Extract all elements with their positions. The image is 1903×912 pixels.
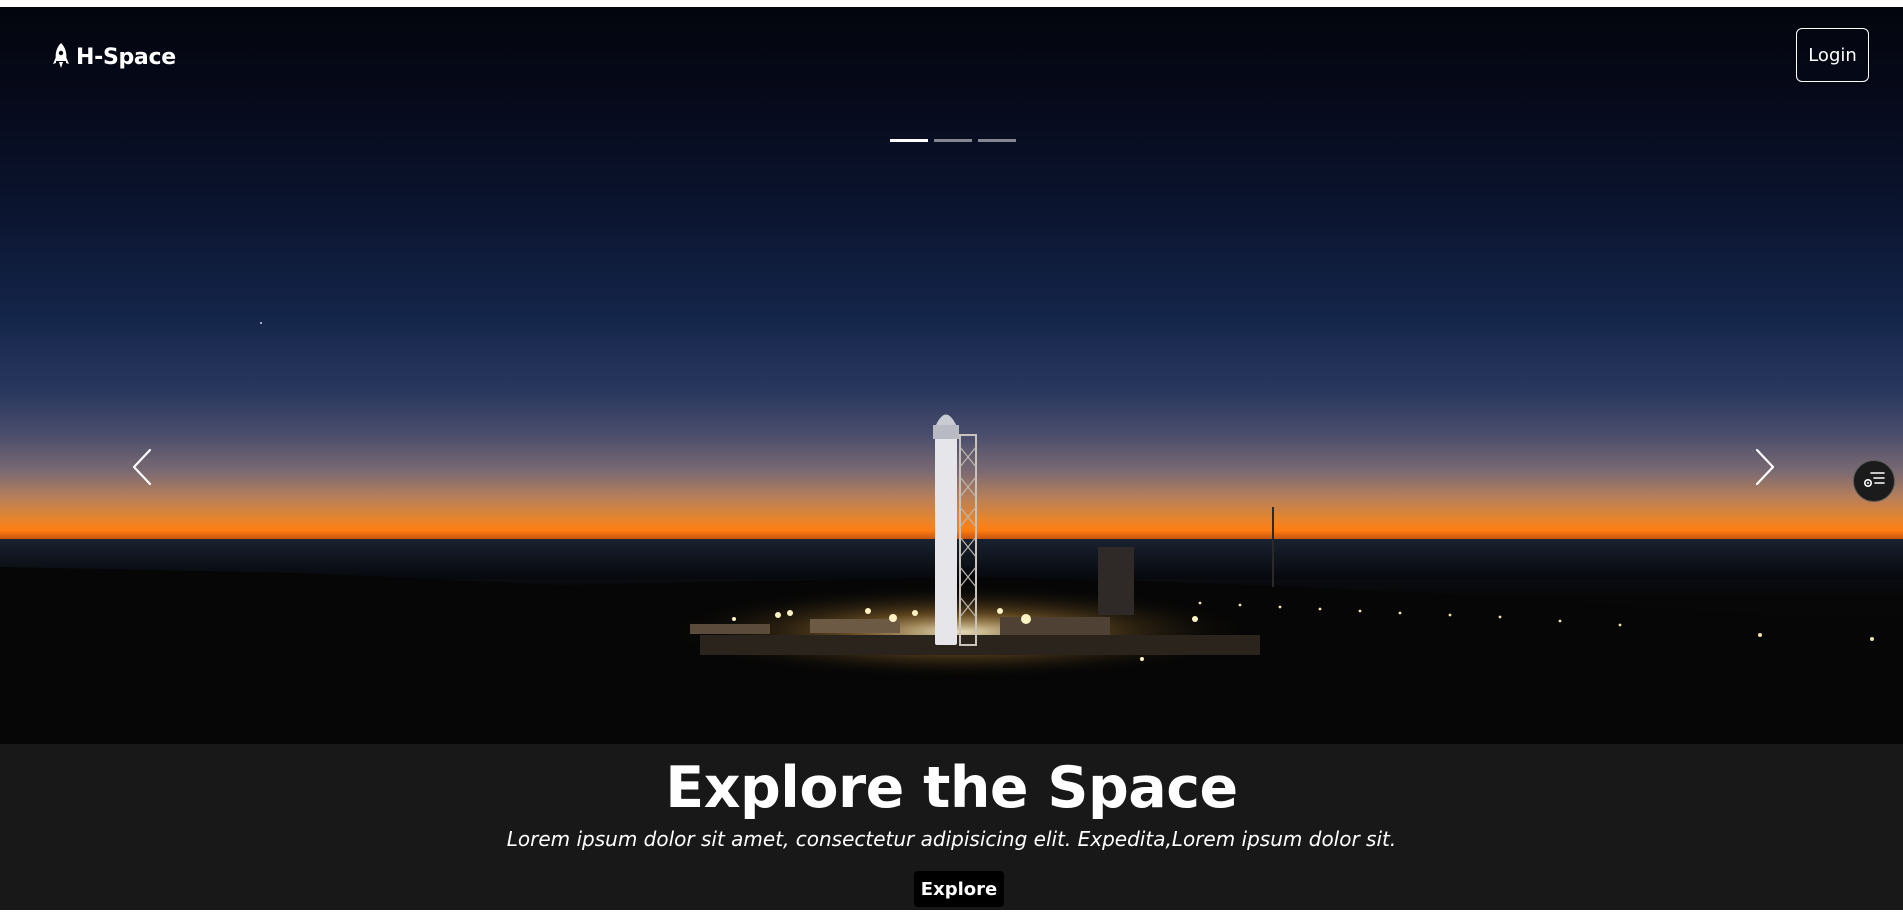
hero-title: Explore the Space xyxy=(665,755,1238,821)
carousel-prev-button[interactable] xyxy=(127,447,157,491)
page: H-Space Login Explore the Space Lorem ip… xyxy=(0,7,1903,910)
explore-button[interactable]: Explore xyxy=(914,871,1004,907)
settings-list-icon xyxy=(1863,470,1885,492)
chevron-right-icon xyxy=(1754,447,1776,491)
carousel-indicator[interactable] xyxy=(978,139,1016,142)
brand-name: H-Space xyxy=(76,44,176,70)
rocket-icon xyxy=(52,42,70,72)
hero-subtitle: Lorem ipsum dolor sit amet, consectetur … xyxy=(506,827,1397,851)
carousel-indicator[interactable] xyxy=(890,139,928,142)
launch-pad-photo xyxy=(0,322,1903,744)
settings-floating-button[interactable] xyxy=(1853,460,1895,502)
carousel-indicators xyxy=(890,139,1016,142)
brand-logo[interactable]: H-Space xyxy=(52,39,176,75)
login-button[interactable]: Login xyxy=(1796,28,1869,82)
chevron-left-icon xyxy=(131,447,153,491)
hero-caption: Explore the Space Lorem ipsum dolor sit … xyxy=(0,744,1903,910)
hero-carousel: H-Space Login xyxy=(0,7,1903,744)
carousel-indicator[interactable] xyxy=(934,139,972,142)
carousel-next-button[interactable] xyxy=(1750,447,1780,491)
